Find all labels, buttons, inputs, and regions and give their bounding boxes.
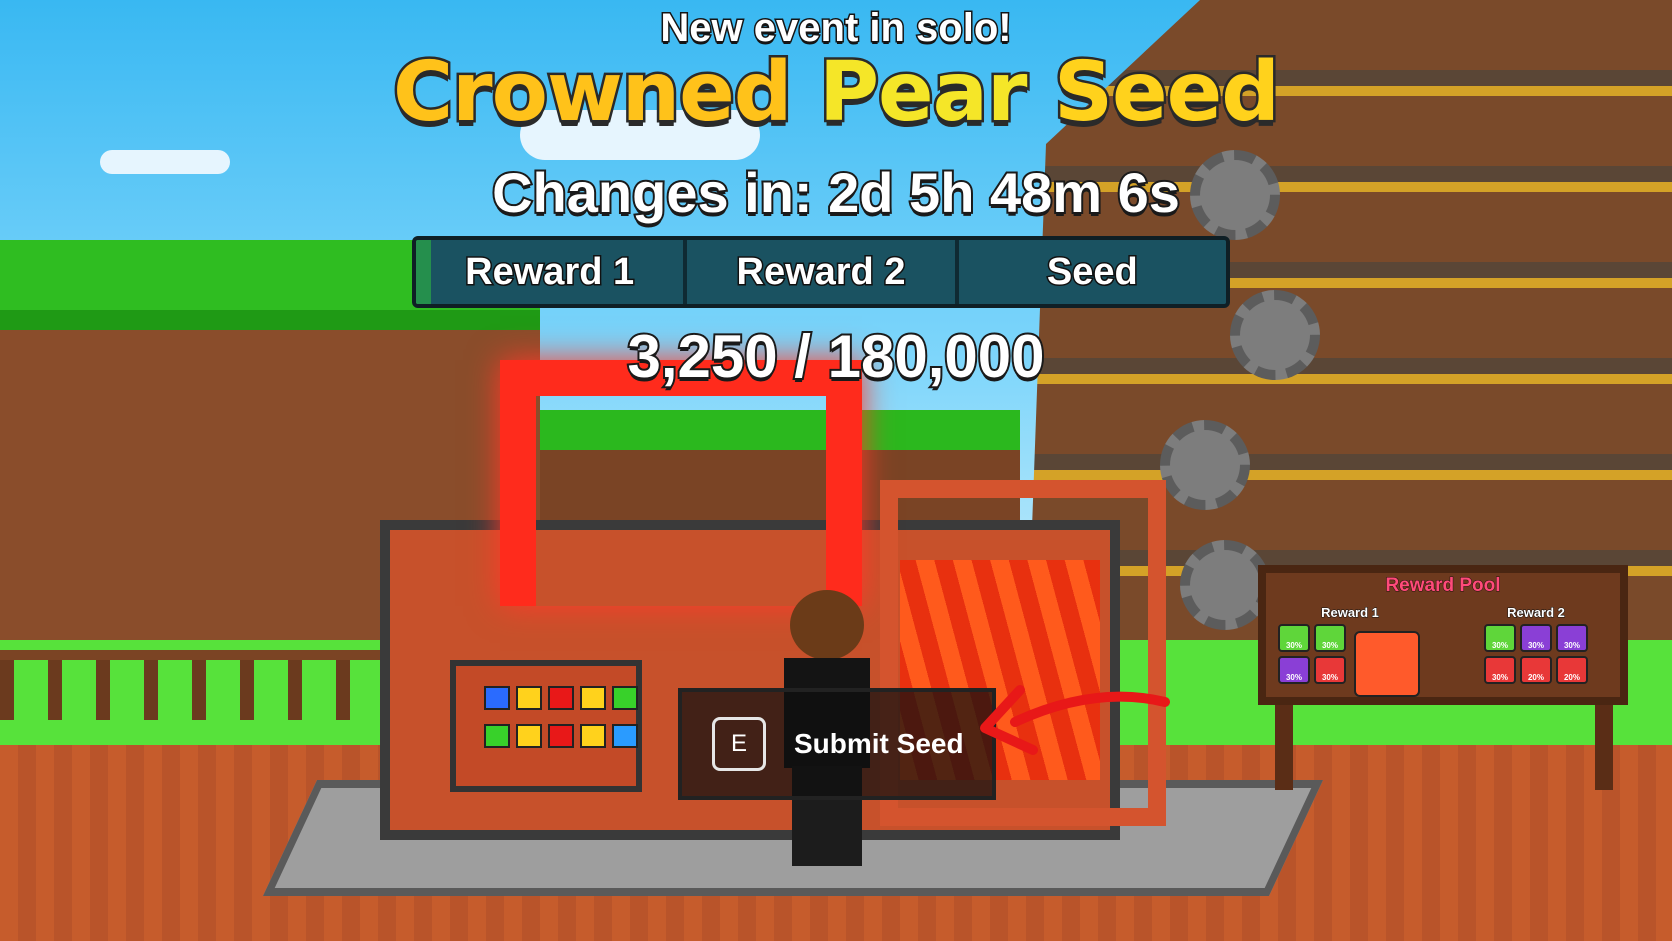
reward-tile: 30% xyxy=(1556,624,1588,652)
reward-tile: 30% xyxy=(1314,656,1346,684)
event-title: Crowned Pear Seed xyxy=(0,43,1672,143)
crowned-pear-seed-icon xyxy=(1354,631,1420,697)
reward-tile: 20% xyxy=(1520,656,1552,684)
reward-tile: 30% xyxy=(1484,656,1516,684)
event-progress-bar: Reward 1 Reward 2 Seed xyxy=(412,236,1230,308)
gear-decoration xyxy=(1180,540,1270,630)
reward-tile: 30% xyxy=(1278,656,1310,684)
avatar-hair xyxy=(790,590,864,660)
keybind-e-icon: E xyxy=(712,717,766,771)
event-countdown: Changes in: 2d 5h 48m 6s xyxy=(490,159,1182,226)
gear-decoration xyxy=(1160,420,1250,510)
reward-pool-title: Reward Pool xyxy=(1385,575,1501,597)
glowing-red-arch xyxy=(500,360,862,606)
reward-tile: 30% xyxy=(1314,624,1346,652)
event-title-word: Seed xyxy=(1052,43,1283,143)
console-buttons-bottom xyxy=(484,724,638,748)
reward-pool-board: Reward Pool Reward 1 30% 30% 30% 30% Rew… xyxy=(1258,565,1628,705)
reward-tile: 30% xyxy=(1278,624,1310,652)
wooden-fence xyxy=(0,650,420,720)
submit-seed-prompt[interactable]: E Submit Seed xyxy=(678,688,996,800)
reward-column-title: Reward 2 xyxy=(1507,605,1566,621)
segment-label: Seed xyxy=(1045,249,1139,294)
reward-tile: 20% xyxy=(1556,656,1588,684)
reward-tile: 30% xyxy=(1484,624,1516,652)
progress-segment-reward-2: Reward 2 xyxy=(687,240,959,304)
segment-label: Reward 1 xyxy=(464,249,636,294)
event-title-word: Pear xyxy=(816,43,1054,143)
progress-segment-seed: Seed xyxy=(958,240,1226,304)
machine-console xyxy=(450,660,642,792)
reward-column-title: Reward 1 xyxy=(1321,605,1380,621)
event-title-word: Crowned xyxy=(391,43,819,143)
reward-column-2: Reward 2 30% 30% 30% 30% 20% 20% xyxy=(1456,605,1616,684)
console-buttons-top xyxy=(484,686,638,710)
board-post xyxy=(1595,700,1613,790)
segment-label: Reward 2 xyxy=(735,249,907,294)
reward-column-1: Reward 1 30% 30% 30% 30% xyxy=(1270,605,1430,697)
board-post xyxy=(1275,700,1293,790)
submit-seed-label: Submit Seed xyxy=(794,728,964,759)
reward-tile: 30% xyxy=(1520,624,1552,652)
red-arrow-icon xyxy=(980,685,1170,755)
progress-count: 3,250 / 180,000 xyxy=(625,321,1046,392)
progress-segment-reward-1: Reward 1 xyxy=(416,240,688,304)
